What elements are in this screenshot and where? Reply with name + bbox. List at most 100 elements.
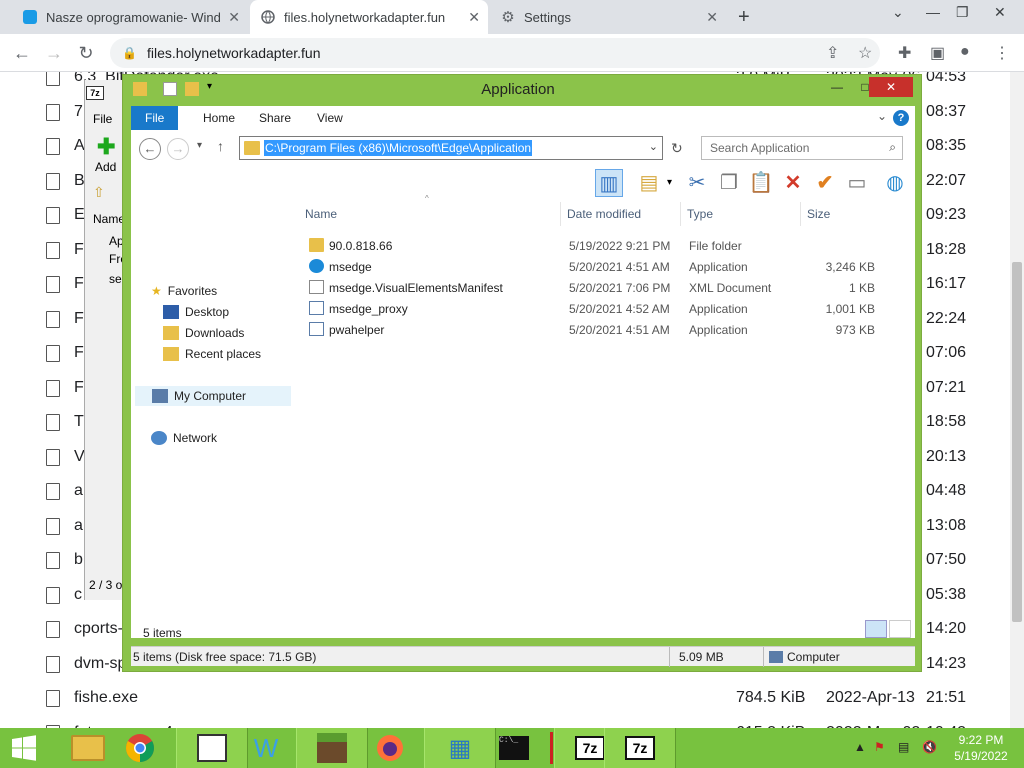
new-folder-icon[interactable]: ▤ (635, 169, 663, 197)
up-icon[interactable]: ↑ (217, 138, 224, 154)
file-time: 08:37 (926, 102, 967, 120)
ribbon-tab-share[interactable]: Share (245, 106, 305, 130)
sevenzip-item[interactable]: se (109, 272, 122, 286)
lock-icon[interactable]: 🔒 (122, 46, 137, 60)
back-button[interactable]: ← (10, 41, 34, 65)
file-row[interactable]: msedge 5/20/2021 4:51 AM Application 3,246 … (299, 256, 915, 277)
ribbon-tab-home[interactable]: Home (189, 106, 249, 130)
file-row[interactable]: pwahelper 5/20/2021 4:51 AM Application 973… (299, 319, 915, 340)
explorer-titlebar[interactable]: ▾ Application — □ ✕ (123, 75, 923, 103)
file-size: 1,001 KB (825, 302, 875, 316)
profile-avatar-icon[interactable]: ● (960, 43, 970, 61)
ribbon-tab-view[interactable]: View (303, 106, 357, 130)
file-time: 04:53 (926, 72, 967, 85)
file-name: fishe.exe (74, 689, 139, 706)
column-header-size[interactable]: Size (801, 202, 877, 226)
network-tray-icon[interactable]: ▤ (898, 740, 909, 754)
new-folder-dropdown-icon[interactable]: ▾ (667, 177, 672, 188)
file-type: File folder (689, 239, 742, 253)
copy-icon[interactable]: ❐ (715, 169, 743, 197)
volume-muted-icon[interactable]: 🔇 (922, 740, 937, 754)
sevenzip-col-name[interactable]: Name (93, 212, 125, 226)
nav-desktop[interactable]: Desktop (163, 305, 229, 319)
properties-icon[interactable]: ▭ (843, 169, 871, 197)
tab-files-holynetworkadapter[interactable]: files.holynetworkadapter.fun ✕ (250, 0, 488, 34)
page-file-row[interactable]: futurama.mp4615.2 KiB2022-May-0210:42 (0, 717, 1010, 728)
close-icon[interactable]: ✕ (706, 9, 718, 26)
minimize-icon[interactable]: — (926, 4, 940, 20)
search-icon[interactable]: ⌕ (889, 140, 896, 155)
nav-downloads[interactable]: Downloads (163, 326, 244, 340)
nav-favorites[interactable]: ★ Favorites (151, 284, 217, 298)
start-button[interactable] (0, 728, 48, 768)
help-icon[interactable]: ? (893, 110, 909, 126)
refresh-icon[interactable]: ↻ (671, 140, 683, 157)
cut-icon[interactable]: ✂ (683, 169, 711, 197)
address-dropdown-icon[interactable]: ⌄ (649, 140, 658, 153)
column-header-type[interactable]: Type (681, 202, 801, 226)
close-window-icon[interactable]: ✕ (994, 4, 1006, 21)
file-type: Application (689, 260, 748, 274)
paste-icon[interactable]: 📋 (747, 169, 775, 197)
nav-recent-places[interactable]: Recent places (163, 347, 261, 361)
layout-pane-icon[interactable]: ▥ (595, 169, 623, 197)
nav-my-computer[interactable]: My Computer (135, 386, 291, 406)
tab-settings[interactable]: ⚙ Settings ✕ (490, 0, 726, 34)
taskbar-clock[interactable]: 9:22 PM 5/19/2022 (948, 732, 1014, 764)
expand-ribbon-icon[interactable]: ⌄ (877, 109, 887, 123)
sevenzip-menu-file[interactable]: File (93, 112, 112, 126)
file-name: F (74, 240, 84, 258)
file-row[interactable]: 90.0.818.66 5/19/2022 9:21 PM File folder (299, 235, 915, 256)
menu-kebab-icon[interactable]: ⋮ (994, 43, 1010, 63)
taskbar-cmd[interactable]: C:\_ (478, 728, 550, 768)
file-row[interactable]: msedge.VisualElementsManifest 5/20/2021 7… (299, 277, 915, 298)
scrollbar-thumb[interactable] (1012, 262, 1022, 622)
side-panel-icon[interactable]: ▣ (930, 43, 945, 63)
close-icon[interactable]: ✕ (468, 9, 480, 26)
bookmark-star-icon[interactable]: ☆ (858, 43, 872, 63)
close-icon[interactable]: ✕ (228, 9, 240, 26)
recent-locations-icon[interactable]: ▾ (197, 140, 202, 151)
address-box[interactable]: C:\Program Files (x86)\Microsoft\Edge\Ap… (239, 136, 663, 160)
rename-icon[interactable]: ✔ (811, 169, 839, 197)
reload-button[interactable]: ↻ (74, 41, 98, 65)
taskbar-app-blue[interactable]: W (230, 728, 302, 768)
sevenzip-add-icon[interactable]: ✚ (97, 134, 115, 160)
page-scrollbar[interactable] (1010, 72, 1024, 728)
address-path[interactable]: C:\Program Files (x86)\Microsoft\Edge\Ap… (264, 140, 533, 156)
file-row[interactable]: msedge_proxy 5/20/2021 4:52 AM Application… (299, 298, 915, 319)
extensions-icon[interactable]: ✚ (898, 43, 911, 63)
ribbon-tab-file[interactable]: File (131, 106, 179, 130)
restore-icon[interactable]: ❐ (956, 4, 969, 21)
file-icon (46, 72, 60, 86)
flag-icon[interactable]: ⚑ (874, 740, 885, 754)
network-globe-icon[interactable]: ◍ (881, 169, 909, 197)
address-bar[interactable]: 🔒 files.holynetworkadapter.fun (110, 38, 880, 68)
file-time: 22:07 (926, 171, 967, 189)
new-tab-button[interactable]: + (738, 6, 750, 29)
delete-icon[interactable]: ✕ (779, 169, 807, 197)
browser-toolbar: ← → ↻ 🔒 files.holynetworkadapter.fun ⇪ ☆… (0, 34, 1024, 72)
forward-button[interactable]: → (42, 41, 66, 65)
page-file-row[interactable]: fishe.exe 784.5 KiB 2022-Apr-13 21:51 (0, 682, 1010, 716)
back-icon[interactable]: ← (139, 138, 161, 160)
search-input[interactable]: Search Application ⌕ (701, 136, 903, 160)
details-view-icon[interactable] (865, 620, 887, 638)
folder-icon (71, 735, 105, 761)
column-header-date-modified[interactable]: Date modified (561, 202, 681, 226)
tray-overflow-icon[interactable]: ▲ (854, 740, 866, 754)
up-folder-icon[interactable]: ⇧ (93, 184, 105, 201)
taskbar-firefox[interactable] (354, 728, 426, 768)
column-header-name[interactable]: Name (299, 202, 561, 226)
taskbar-chrome[interactable] (104, 728, 176, 768)
nav-network[interactable]: Network (151, 431, 217, 445)
forward-icon[interactable]: → (167, 138, 189, 160)
taskbar-7zip-2[interactable]: 7z (604, 728, 676, 768)
minimize-button[interactable]: — (823, 77, 851, 97)
close-button[interactable]: ✕ (869, 77, 913, 97)
tab-nasze-oprogramowanie[interactable]: Nasze oprogramowanie- Windo ✕ (12, 0, 248, 34)
tab-search-icon[interactable]: ⌄ (892, 4, 904, 21)
taskbar: W ▦ C:\_ 7z 7z ▲ ⚑ ▤ 🔇 9:22 PM 5/19/2022 (0, 728, 1024, 768)
large-icons-view-icon[interactable] (889, 620, 911, 638)
share-icon[interactable]: ⇪ (826, 43, 839, 63)
